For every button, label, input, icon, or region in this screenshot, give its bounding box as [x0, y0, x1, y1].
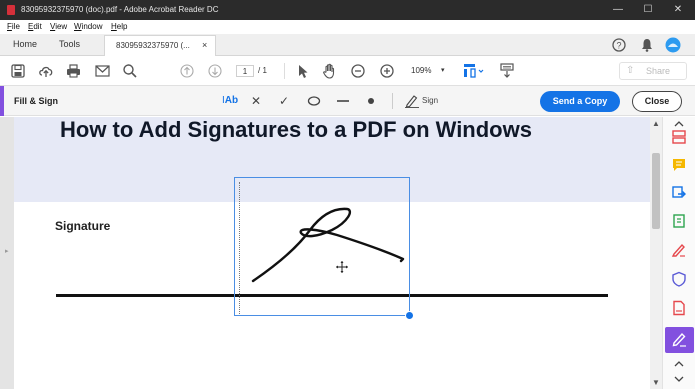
- scroll-down-icon[interactable]: ▼: [650, 378, 662, 387]
- comment-icon[interactable]: [671, 157, 687, 173]
- panel-scroll-up-icon[interactable]: [672, 360, 686, 368]
- share-label: Share: [646, 66, 671, 76]
- title-bar: 83095932375970 (doc).pdf - Adobe Acrobat…: [0, 0, 695, 20]
- send-a-copy-button[interactable]: Send a Copy: [540, 91, 620, 112]
- next-page-icon[interactable]: [208, 64, 222, 78]
- edit-pdf-icon[interactable]: [671, 213, 687, 229]
- window-title: 83095932375970 (doc).pdf - Adobe Acrobat…: [21, 5, 219, 14]
- previous-page-icon[interactable]: [180, 64, 194, 78]
- tab-tools[interactable]: Tools: [59, 39, 80, 49]
- cloud-upload-icon[interactable]: [38, 64, 54, 78]
- select-cursor-icon[interactable]: [297, 64, 309, 79]
- zoom-dropdown-chevron-icon: ▾: [441, 67, 445, 74]
- tab-home[interactable]: Home: [13, 39, 37, 49]
- close-window-button[interactable]: ✕: [664, 0, 692, 20]
- email-icon[interactable]: [95, 65, 110, 77]
- fill-sign-accent-bar: [0, 86, 4, 116]
- acrobat-window: 83095932375970 (doc).pdf - Adobe Acrobat…: [0, 0, 695, 389]
- tab-bar: Home Tools 83095932375970 (... × ?: [0, 34, 695, 56]
- signature-selection-box[interactable]: [234, 177, 414, 320]
- sign-label[interactable]: Sign: [422, 96, 438, 105]
- menu-edit[interactable]: Edit: [28, 22, 42, 31]
- toolbar-divider: [284, 63, 285, 79]
- add-text-label: Ab: [224, 95, 239, 106]
- tab-close-icon[interactable]: ×: [202, 40, 207, 50]
- read-mode-icon[interactable]: [499, 63, 515, 79]
- fill-sign-divider: [392, 93, 393, 109]
- pdf-app-icon: [7, 5, 15, 15]
- scroll-up-icon[interactable]: ▲: [650, 119, 662, 128]
- line-tool-icon[interactable]: [336, 96, 350, 106]
- sign-active-pen-icon: [672, 332, 686, 347]
- zoom-in-icon[interactable]: [380, 64, 394, 78]
- hand-tool-icon[interactable]: [322, 63, 338, 79]
- right-tools-panel: [662, 117, 695, 389]
- panel-scroll-down-icon[interactable]: [672, 375, 686, 383]
- menu-window[interactable]: Window: [74, 22, 102, 31]
- page-total: / 1: [258, 66, 267, 75]
- dot-tool-icon[interactable]: [366, 96, 376, 106]
- check-mark-icon[interactable]: ✓: [279, 94, 289, 108]
- create-pdf-icon[interactable]: [671, 300, 687, 316]
- close-fill-sign-button[interactable]: Close: [632, 91, 682, 112]
- export-pdf-icon[interactable]: [671, 185, 687, 201]
- zoom-level-value: 109%: [411, 66, 432, 75]
- menu-file[interactable]: File: [7, 22, 20, 31]
- fill-sign-active-tool[interactable]: [665, 327, 694, 353]
- minimize-button[interactable]: —: [604, 0, 632, 20]
- handwritten-signature[interactable]: [235, 178, 411, 317]
- menu-view[interactable]: View: [50, 22, 67, 31]
- print-icon[interactable]: [66, 64, 81, 78]
- maximize-button[interactable]: ☐: [634, 0, 662, 20]
- fill-sign-label: Fill & Sign: [14, 96, 58, 106]
- fill-sign-toolbar: Fill & Sign IAb ✕ ✓ Sign Send a Copy Clo…: [0, 86, 695, 116]
- share-button[interactable]: ⇧ Share: [619, 62, 687, 80]
- collapse-panel-icon[interactable]: [672, 120, 686, 128]
- circle-tool-icon[interactable]: [307, 96, 321, 106]
- page-number-input[interactable]: 1: [236, 65, 254, 77]
- signature-field-label: Signature: [55, 219, 111, 233]
- organize-pages-icon[interactable]: [671, 129, 687, 145]
- vertical-scrollbar[interactable]: ▲ ▼: [650, 117, 662, 389]
- add-text-tool[interactable]: IAb: [222, 95, 238, 106]
- zoom-out-icon[interactable]: [351, 64, 365, 78]
- scrollbar-thumb[interactable]: [652, 153, 660, 229]
- left-panel-toggle-icon[interactable]: ▸: [5, 247, 9, 255]
- resize-handle[interactable]: [405, 311, 414, 320]
- share-lock-icon: ⇧: [626, 65, 635, 76]
- account-avatar-icon[interactable]: [665, 37, 681, 53]
- fill-sign-tool-icon[interactable]: [671, 242, 687, 258]
- move-cursor-icon: [336, 261, 348, 273]
- menu-help[interactable]: Help: [111, 22, 127, 31]
- protect-shield-icon[interactable]: [671, 271, 687, 287]
- bell-icon[interactable]: [641, 38, 653, 52]
- save-icon[interactable]: [11, 64, 25, 78]
- sign-pen-icon[interactable]: [404, 94, 420, 108]
- tab-document-label: 83095932375970 (...: [116, 41, 190, 50]
- tab-document[interactable]: 83095932375970 (... ×: [104, 35, 216, 56]
- fit-page-icon[interactable]: [462, 63, 486, 79]
- zoom-level-select[interactable]: 109% ▾: [405, 65, 451, 77]
- svg-text:?: ?: [616, 41, 621, 51]
- cross-mark-icon[interactable]: ✕: [251, 94, 261, 108]
- menu-bar: File Edit View Window Help: [0, 20, 695, 34]
- main-toolbar: 1 / 1 109% ▾ ⇧ Share: [0, 56, 695, 86]
- help-icon[interactable]: ?: [612, 38, 626, 52]
- document-heading: How to Add Signatures to a PDF on Window…: [60, 117, 532, 142]
- search-icon[interactable]: [123, 64, 137, 78]
